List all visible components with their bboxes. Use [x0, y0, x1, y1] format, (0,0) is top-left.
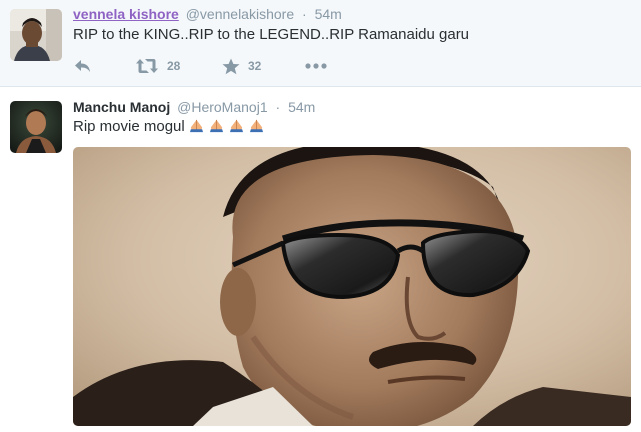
emoji-group [189, 118, 266, 135]
tweet-timestamp[interactable]: 54m [315, 6, 342, 22]
avatar[interactable] [10, 9, 62, 61]
tweet-text: RIP to the KING..RIP to the LEGEND..RIP … [73, 26, 470, 43]
favorite-star-icon [222, 58, 240, 75]
retweet-icon [135, 58, 159, 74]
tweet-text: Rip movie mogul [73, 117, 265, 137]
retweet-count: 28 [167, 59, 181, 73]
favorite-count: 32 [248, 59, 262, 73]
more-options-icon [305, 63, 327, 69]
folded-hands-icon [189, 119, 203, 133]
tweet-header: Manchu Manoj @HeroManoj1 · 54m [73, 98, 315, 116]
folded-hands-icon [210, 119, 224, 133]
reply-icon [74, 58, 92, 74]
tweet-media-photo[interactable] [73, 147, 631, 426]
author-fullname-link[interactable]: vennela kishore [73, 6, 179, 22]
tweet-header: vennela kishore @vennelakishore · 54m [73, 5, 342, 23]
separator-dot: · [302, 6, 307, 22]
tweet-manchu-manoj[interactable]: Manchu Manoj @HeroManoj1 · 54m Rip movie… [0, 88, 641, 432]
tweet-vennela-kishore[interactable]: vennela kishore @vennelakishore · 54m RI… [0, 0, 641, 87]
more-options-button[interactable] [305, 55, 327, 77]
author-username[interactable]: @HeroManoj1 [177, 99, 267, 115]
author-fullname-link[interactable]: Manchu Manoj [73, 99, 170, 115]
tweet-timestamp[interactable]: 54m [288, 99, 315, 115]
author-username[interactable]: @vennelakishore [186, 6, 294, 22]
folded-hands-icon [250, 119, 264, 133]
tweet-text-content: Rip movie mogul [73, 118, 185, 135]
favorite-button[interactable]: 32 [222, 55, 261, 77]
separator-dot: · [275, 99, 281, 115]
reply-button[interactable] [74, 55, 92, 77]
retweet-button[interactable]: 28 [135, 55, 180, 77]
tweet-actions: 28 32 [74, 55, 374, 77]
avatar[interactable] [10, 101, 62, 153]
folded-hands-icon [230, 119, 244, 133]
